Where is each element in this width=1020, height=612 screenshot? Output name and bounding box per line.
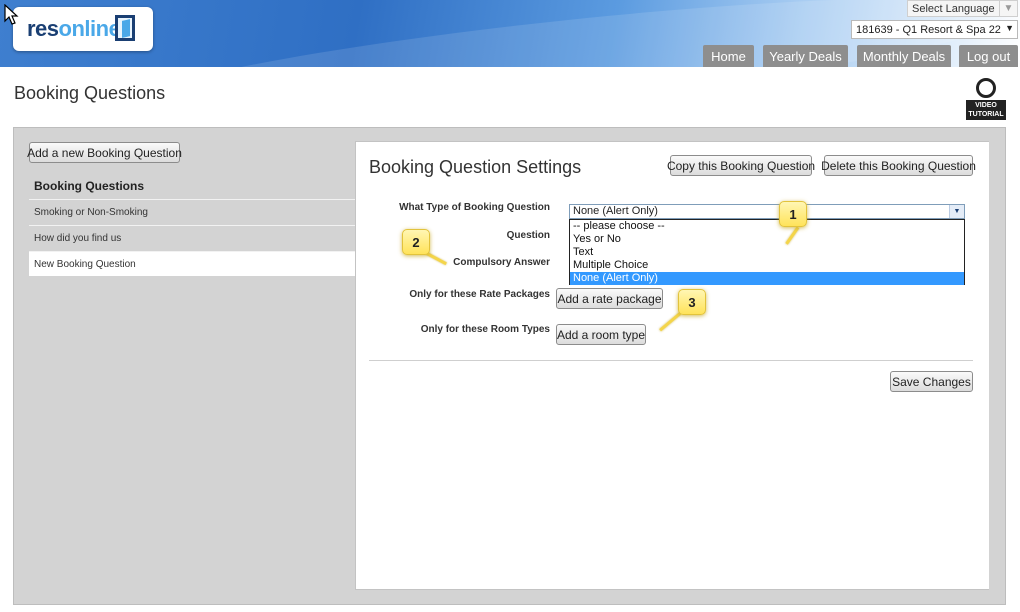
- video-tutorial-button[interactable]: VIDEO TUTORIAL: [966, 78, 1006, 120]
- logo-text-res: res: [27, 16, 59, 41]
- compulsory-label: Compulsory Answer: [453, 257, 550, 268]
- sidebar-item-new-question[interactable]: New Booking Question: [29, 251, 355, 276]
- property-select[interactable]: 181639 - Q1 Resort & Spa 22 ▼: [851, 20, 1018, 39]
- logo-text-online: online: [58, 16, 121, 41]
- dropdown-option-yes-no[interactable]: Yes or No: [570, 233, 964, 246]
- dropdown-option-none-alert[interactable]: None (Alert Only): [570, 272, 964, 285]
- sidebar-item-smoking[interactable]: Smoking or Non-Smoking: [29, 199, 355, 224]
- chevron-down-icon: ▼: [1005, 23, 1014, 33]
- language-select[interactable]: Select Language ▼: [907, 0, 1018, 17]
- copy-question-button[interactable]: Copy this Booking Question: [667, 155, 815, 176]
- nav-log-out[interactable]: Log out: [959, 45, 1018, 67]
- room-types-label: Only for these Room Types: [420, 324, 550, 335]
- delete-question-button[interactable]: Delete this Booking Question: [821, 155, 976, 176]
- page-title: Booking Questions: [14, 83, 166, 103]
- question-label: Question: [506, 230, 550, 241]
- logo-door-icon: [115, 15, 135, 41]
- type-label: What Type of Booking Question: [399, 202, 550, 213]
- settings-title: Booking Question Settings: [369, 157, 582, 177]
- chevron-down-icon: ▼: [999, 1, 1017, 16]
- video-tutorial-label: VIDEO TUTORIAL: [966, 100, 1006, 120]
- settings-divider: [369, 360, 973, 361]
- video-camera-icon: [976, 78, 996, 98]
- add-booking-question-button[interactable]: Add a new Booking Question: [27, 142, 182, 163]
- dropdown-option-multiple-choice[interactable]: Multiple Choice: [570, 259, 964, 272]
- dropdown-option-please-choose[interactable]: -- please choose --: [570, 220, 964, 233]
- page: res online Select Language ▼ 181639 - Q1 …: [0, 0, 1020, 612]
- question-type-dropdown: -- please choose -- Yes or No Text Multi…: [569, 219, 965, 285]
- add-room-type-button[interactable]: Add a room type: [556, 324, 646, 345]
- property-select-value: 181639 - Q1 Resort & Spa 22: [856, 23, 1001, 36]
- dropdown-option-text[interactable]: Text: [570, 246, 964, 259]
- nav-yearly-deals[interactable]: Yearly Deals: [763, 45, 848, 67]
- mouse-cursor-icon: [4, 3, 20, 26]
- save-changes-button[interactable]: Save Changes: [890, 371, 973, 392]
- language-select-label: Select Language: [912, 2, 995, 15]
- nav-monthly-deals[interactable]: Monthly Deals: [857, 45, 951, 67]
- chevron-down-icon: ▼: [949, 205, 964, 218]
- question-type-select[interactable]: None (Alert Only) ▼: [569, 204, 965, 219]
- sidebar-heading: Booking Questions: [34, 179, 145, 193]
- callout-1: 1: [779, 201, 807, 227]
- sidebar-item-find-us[interactable]: How did you find us: [29, 225, 355, 250]
- question-type-select-value: None (Alert Only): [573, 205, 658, 217]
- callout-2: 2: [402, 229, 430, 255]
- nav-home[interactable]: Home: [703, 45, 754, 67]
- resonline-logo[interactable]: res online: [13, 7, 153, 51]
- rate-packages-label: Only for these Rate Packages: [409, 289, 550, 300]
- callout-3: 3: [678, 289, 706, 315]
- add-rate-package-button[interactable]: Add a rate package: [556, 288, 663, 309]
